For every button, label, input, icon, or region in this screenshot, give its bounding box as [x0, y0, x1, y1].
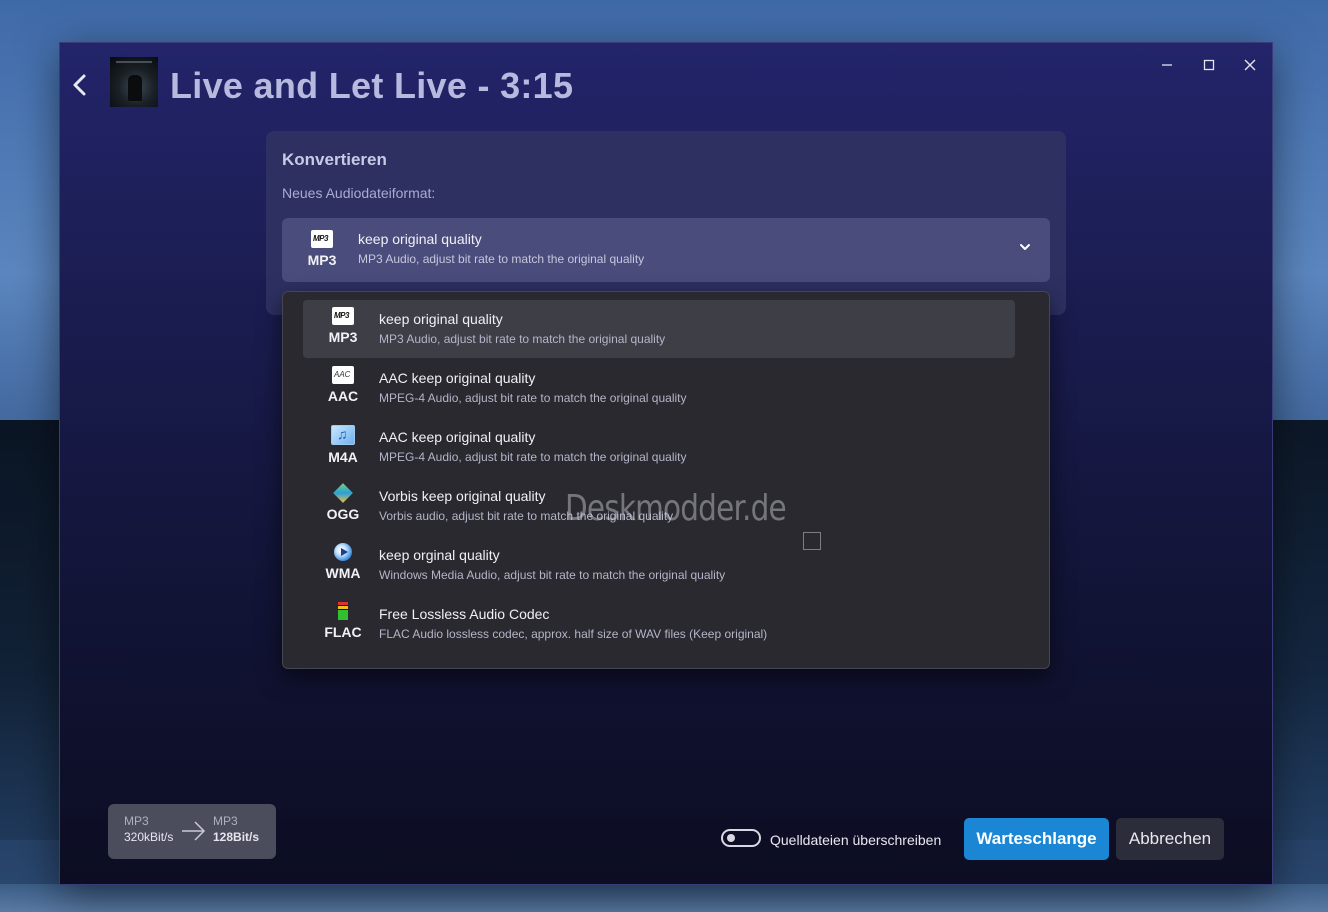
chevron-down-icon: [1020, 244, 1030, 250]
option-title: AAC keep original quality: [379, 370, 536, 386]
option-title: Free Lossless Audio Codec: [379, 606, 550, 622]
format-badge: WMA: [323, 543, 363, 581]
format-option-aac[interactable]: AAC AAC keep original quality MPEG-4 Aud…: [303, 359, 1015, 417]
format-code: WMA: [325, 565, 361, 581]
format-code: MP3: [328, 329, 358, 345]
format-code: MP3: [307, 252, 337, 268]
overwrite-label: Quelldateien überschreiben: [770, 832, 942, 848]
watermark: Deskmodder.de: [565, 488, 787, 529]
format-option-mp3[interactable]: MP3 keep original quality MP3 Audio, adj…: [303, 300, 1015, 358]
flac-icon: [332, 602, 354, 620]
wallpaper-trees-left: [0, 420, 62, 840]
back-button[interactable]: [70, 71, 92, 99]
format-code: M4A: [328, 449, 358, 465]
watermark-mark: [803, 532, 821, 550]
option-subtitle: MPEG-4 Audio, adjust bit rate to match t…: [379, 450, 687, 464]
option-subtitle: FLAC Audio lossless codec, approx. half …: [379, 627, 768, 641]
format-badge: OGG: [323, 484, 363, 522]
source-bitrate: 320kBit/s: [124, 830, 174, 844]
option-title: Vorbis keep original quality: [379, 488, 546, 504]
format-code: AAC: [327, 388, 359, 404]
mp3-icon: [311, 230, 333, 248]
option-title: keep original quality: [379, 311, 503, 327]
converter-window: Live and Let Live - 3:15 Konvertieren Ne…: [60, 43, 1272, 884]
format-code: FLAC: [324, 624, 362, 640]
format-option-wma[interactable]: WMA keep orginal quality Windows Media A…: [303, 536, 1015, 594]
format-select[interactable]: MP3 keep original quality MP3 Audio, adj…: [282, 218, 1050, 282]
mp3-icon: [332, 307, 354, 325]
format-dropdown-list: MP3 keep original quality MP3 Audio, adj…: [282, 291, 1050, 669]
option-subtitle: MP3 Audio, adjust bit rate to match the …: [379, 332, 666, 346]
overwrite-toggle[interactable]: [721, 829, 761, 847]
close-button[interactable]: [1230, 57, 1270, 79]
option-subtitle: MPEG-4 Audio, adjust bit rate to match t…: [379, 391, 687, 405]
arrow-right-icon: [182, 821, 206, 841]
maximize-icon: [1203, 59, 1215, 71]
format-badge: AAC: [323, 366, 363, 404]
minimize-icon: [1162, 64, 1172, 66]
bitrate-summary: MP3 320kBit/s MP3 128Bit/s: [108, 804, 276, 859]
track-title: Live and Let Live - 3:15: [170, 65, 574, 106]
wallpaper-water: [0, 884, 1328, 912]
aac-icon: [332, 366, 354, 384]
target-format: MP3: [213, 814, 238, 828]
close-icon: [1244, 59, 1256, 71]
target-bitrate: 128Bit/s: [213, 830, 260, 844]
source-format: MP3: [124, 814, 149, 828]
chevron-left-icon: [73, 74, 86, 96]
maximize-button[interactable]: [1189, 57, 1229, 79]
format-option-flac[interactable]: FLAC Free Lossless Audio Codec FLAC Audi…: [303, 595, 1015, 653]
option-title: keep orginal quality: [379, 547, 500, 563]
option-title: AAC keep original quality: [379, 429, 536, 445]
wallpaper-trees-right: [1270, 420, 1328, 840]
toggle-knob: [727, 834, 735, 842]
option-subtitle: Windows Media Audio, adjust bit rate to …: [379, 568, 726, 582]
album-cover-figure: [128, 75, 142, 101]
queue-button[interactable]: Warteschlange: [964, 818, 1109, 860]
ogg-icon: [332, 484, 354, 502]
panel-title: Konvertieren: [282, 150, 387, 169]
wma-icon: [332, 543, 354, 561]
m4a-icon: [331, 425, 355, 445]
format-badge: MP3: [323, 307, 363, 345]
cancel-button[interactable]: Abbrechen: [1116, 818, 1224, 860]
album-cover-text-line: [116, 61, 152, 63]
format-option-m4a[interactable]: M4A AAC keep original quality MPEG-4 Aud…: [303, 418, 1015, 476]
format-badge: M4A: [323, 425, 363, 465]
minimize-button[interactable]: [1147, 57, 1187, 79]
selected-format-title: keep original quality: [358, 231, 482, 247]
format-badge: FLAC: [323, 602, 363, 640]
selected-format-subtitle: MP3 Audio, adjust bit rate to match the …: [358, 252, 645, 266]
format-label: Neues Audiodateiformat:: [282, 185, 436, 201]
album-cover: [110, 57, 158, 107]
combo-format-badge: MP3: [302, 230, 342, 268]
format-code: OGG: [326, 506, 360, 522]
